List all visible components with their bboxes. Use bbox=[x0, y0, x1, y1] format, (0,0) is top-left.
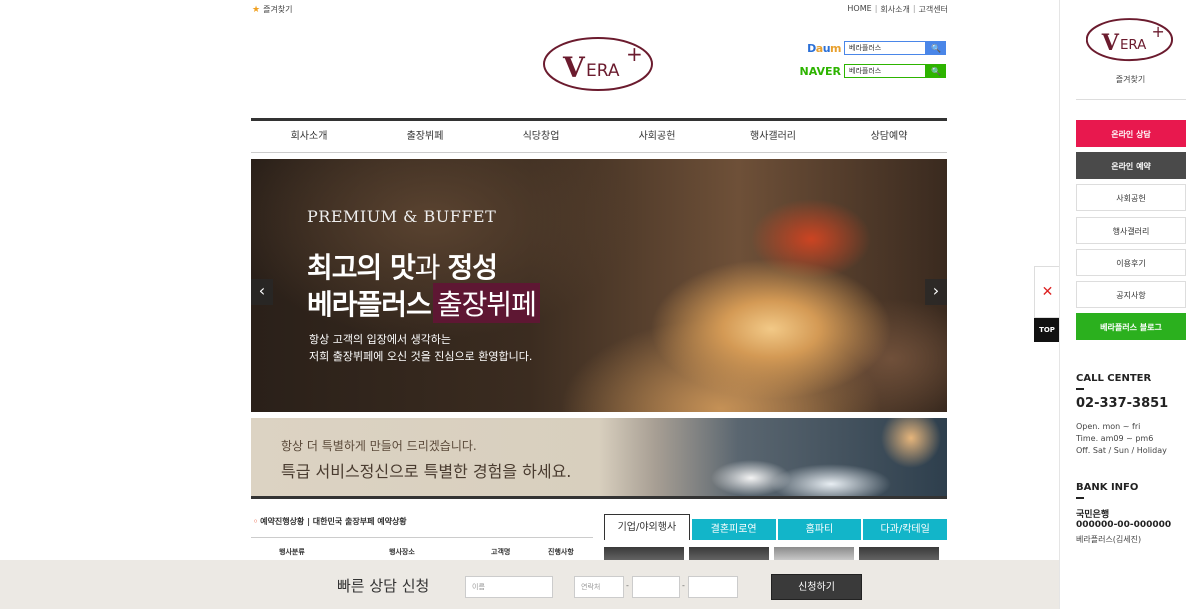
open-hours: Time. am09 ~ pm6 bbox=[1076, 434, 1154, 443]
tab-homeparty[interactable]: 홈파티 bbox=[777, 519, 862, 540]
svg-text:V: V bbox=[562, 51, 586, 84]
bank-name: 국민은행 bbox=[1076, 510, 1110, 520]
gallery-thumbnail[interactable] bbox=[859, 547, 939, 561]
home-link[interactable]: HOME bbox=[847, 4, 871, 15]
service-banner-line1: 항상 더 특별하게 만들어 드리겠습니다. bbox=[281, 439, 477, 453]
gallery-thumbnail[interactable] bbox=[604, 547, 684, 561]
daum-search-input[interactable]: 베라플러스 bbox=[844, 41, 926, 55]
svg-text:V: V bbox=[1101, 30, 1120, 56]
phone-input-2[interactable] bbox=[632, 576, 680, 598]
vera-logo[interactable]: V ERA + bbox=[543, 33, 657, 91]
favorite-label: 즐겨찾기 bbox=[263, 5, 293, 14]
column-header: 고객명 bbox=[491, 548, 511, 556]
nav-catering[interactable]: 출장뷔페 bbox=[367, 121, 483, 152]
hero-subtitle: PREMIUM & BUFFET bbox=[307, 207, 497, 226]
hero-desc: 항상 고객의 입장에서 생각하는 bbox=[309, 333, 452, 346]
svg-text:+: + bbox=[1152, 22, 1165, 41]
nav-company[interactable]: 회사소개 bbox=[251, 121, 367, 152]
tab-wedding[interactable]: 결혼피로연 bbox=[691, 519, 776, 540]
main-nav: 회사소개 출장뷔페 식당창업 사회공헌 행사갤러리 상담예약 bbox=[251, 118, 947, 153]
nav-restaurant[interactable]: 식당창업 bbox=[483, 121, 599, 152]
hero-highlight: 출장뷔페 bbox=[432, 283, 540, 323]
online-reserve-button[interactable]: 온라인 예약 bbox=[1076, 152, 1186, 179]
top-button[interactable]: TOP bbox=[1034, 318, 1060, 342]
gallery-thumbnail[interactable] bbox=[774, 547, 854, 561]
company-link[interactable]: 회사소개 bbox=[880, 4, 909, 15]
sidebar-item-reviews[interactable]: 이용후기 bbox=[1076, 249, 1186, 276]
svg-text:+: + bbox=[626, 42, 643, 66]
event-tabs: 기업/야외행사 결혼피로연 홈파티 다과/칵테일 bbox=[604, 514, 947, 540]
daum-search: Daum 베라플러스 🔍 bbox=[782, 41, 946, 55]
column-header: 진행사항 bbox=[548, 548, 574, 556]
bullet-icon: ◦ bbox=[253, 517, 259, 526]
search-icon[interactable]: 🔍 bbox=[926, 41, 946, 55]
call-center-phone: 02-337-3851 bbox=[1076, 396, 1169, 411]
nav-reservation[interactable]: 상담예약 bbox=[831, 121, 947, 152]
sidebar-item-notice[interactable]: 공지사항 bbox=[1076, 281, 1186, 308]
bank-account: 000000-00-000000 bbox=[1076, 520, 1172, 530]
star-icon: ★ bbox=[252, 4, 261, 15]
service-banner-line2: 특급 서비스정신으로 특별한 경험을 하세요. bbox=[281, 462, 572, 481]
nav-social[interactable]: 사회공헌 bbox=[599, 121, 715, 152]
top-links: HOME | 회사소개 | 고객센터 bbox=[847, 4, 948, 15]
phone-input-1[interactable]: 연락처 bbox=[574, 576, 624, 598]
search-icon[interactable]: 🔍 bbox=[926, 64, 946, 78]
call-center-title: CALL CENTER bbox=[1076, 373, 1152, 384]
tab-corporate[interactable]: 기업/야외행사 bbox=[604, 514, 690, 540]
quick-consult-title: 빠른 상담 신청 bbox=[337, 577, 430, 595]
reservation-title: ◦ 예약진행상황 | 대한민국 출장부페 예약상황 bbox=[253, 517, 407, 526]
bank-holder: 베라플러스(김세진) bbox=[1076, 535, 1142, 544]
service-banner[interactable]: 항상 더 특별하게 만들어 드리겠습니다. 특급 서비스정신으로 특별한 경험을… bbox=[251, 418, 947, 499]
close-icon[interactable]: ✕ bbox=[1034, 266, 1060, 318]
naver-search: NAVER 베라플러스 🔍 bbox=[782, 64, 946, 78]
tab-cocktail[interactable]: 다과/칵테일 bbox=[863, 519, 947, 540]
customer-center-link[interactable]: 고객센터 bbox=[919, 4, 948, 15]
bank-info-title: BANK INFO bbox=[1076, 482, 1139, 493]
blog-button[interactable]: 베라플러스 블로그 bbox=[1076, 313, 1186, 340]
gallery-thumbnails bbox=[604, 547, 939, 561]
prev-slide-button[interactable]: ‹ bbox=[251, 279, 273, 305]
svg-text:ERA: ERA bbox=[1120, 38, 1147, 53]
column-header: 행사장소 bbox=[389, 548, 415, 556]
svg-text:ERA: ERA bbox=[586, 61, 620, 81]
nav-gallery[interactable]: 행사갤러리 bbox=[715, 121, 831, 152]
open-days: Open. mon ~ fri bbox=[1076, 422, 1141, 431]
naver-search-input[interactable]: 베라플러스 bbox=[844, 64, 926, 78]
hero-title-line1: 최고의 맛과 정성 bbox=[307, 251, 498, 284]
name-input[interactable]: 이름 bbox=[465, 576, 553, 598]
sidebar-item-social[interactable]: 사회공헌 bbox=[1076, 184, 1186, 211]
phone-input-3[interactable] bbox=[688, 576, 738, 598]
favorite-link[interactable]: ★ 즐겨찾기 bbox=[252, 4, 293, 15]
gallery-thumbnail[interactable] bbox=[689, 547, 769, 561]
vera-logo[interactable]: V ERA + bbox=[1086, 14, 1176, 62]
hero-title-line2: 베라플러스 출장뷔페 bbox=[307, 283, 540, 323]
sidebar-favorite-link[interactable]: 즐겨찾기 bbox=[1060, 74, 1200, 85]
column-header: 행사분류 bbox=[279, 548, 305, 556]
hero-banner: PREMIUM & BUFFET 최고의 맛과 정성 베라플러스 출장뷔페 항상… bbox=[251, 159, 947, 412]
next-slide-button[interactable]: › bbox=[925, 279, 947, 305]
naver-logo: NAVER bbox=[799, 64, 841, 78]
daum-logo: Daum bbox=[807, 41, 841, 55]
sidebar-item-gallery[interactable]: 행사갤러리 bbox=[1076, 217, 1186, 244]
off-days: Off. Sat / Sun / Holiday bbox=[1076, 446, 1167, 455]
right-sidebar: V ERA + 즐겨찾기 온라인 상담 온라인 예약 사회공헌 행사갤러리 이용… bbox=[1059, 0, 1200, 609]
quick-consult-bar: 빠른 상담 신청 이름 연락처 - - 신청하기 bbox=[0, 560, 1059, 609]
online-consult-button[interactable]: 온라인 상담 bbox=[1076, 120, 1186, 147]
hero-desc: 저희 출장뷔페에 오신 것을 진심으로 환영합니다. bbox=[309, 350, 533, 363]
wine-glass-image bbox=[631, 418, 947, 496]
submit-button[interactable]: 신청하기 bbox=[771, 574, 862, 600]
